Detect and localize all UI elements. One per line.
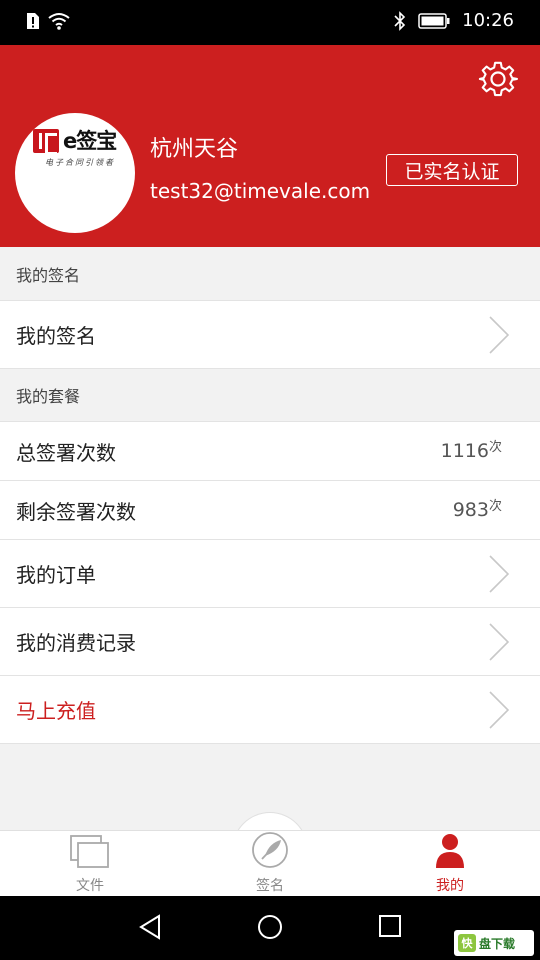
tab-mine[interactable]: 我的 <box>360 831 540 897</box>
quill-pen-icon <box>252 832 288 868</box>
wifi-icon <box>48 12 70 30</box>
row-label: 马上充值 <box>16 699 96 723</box>
chevron-right-icon <box>489 690 510 729</box>
recents-icon[interactable] <box>378 914 402 938</box>
logo-subtitle: 电子合同引领者 <box>45 158 115 167</box>
user-icon <box>436 834 464 868</box>
logo-text: e签宝 <box>63 129 117 153</box>
gear-icon[interactable] <box>478 59 518 99</box>
chevron-right-icon <box>489 554 510 593</box>
chevron-right-icon <box>489 315 510 354</box>
bluetooth-icon <box>394 10 406 31</box>
row-label: 总签署次数 <box>16 440 116 465</box>
tab-label: 文件 <box>76 878 104 894</box>
remaining-sign-value: 983次 <box>452 499 502 521</box>
files-icon <box>70 835 109 868</box>
back-icon[interactable] <box>138 914 162 940</box>
user-name: 杭州天谷 <box>150 137 239 162</box>
chevron-right-icon <box>489 622 510 661</box>
row-label: 我的消费记录 <box>16 631 136 655</box>
battery-icon <box>418 12 450 29</box>
tab-files[interactable]: 文件 <box>0 831 180 897</box>
row-total-sign-count: 总签署次数 1116次 <box>0 421 540 481</box>
tab-sign[interactable]: 签名 <box>180 831 360 897</box>
watermark-logo: 快 盘下载 <box>454 930 534 956</box>
user-email: test32@timevale.com <box>150 179 371 203</box>
home-icon[interactable] <box>257 914 283 940</box>
clock: 10:26 <box>462 10 514 31</box>
row-my-orders[interactable]: 我的订单 <box>0 540 540 608</box>
profile-header: e签宝 电子合同引领者 杭州天谷 test32@timevale.com 已实名… <box>0 45 540 247</box>
row-consumption-records[interactable]: 我的消费记录 <box>0 608 540 676</box>
total-sign-value: 1116次 <box>440 440 502 462</box>
row-label: 我的签名 <box>16 324 96 348</box>
alert-sim-icon <box>26 12 40 30</box>
status-bar: 10:26 <box>0 0 540 45</box>
row-recharge-now[interactable]: 马上充值 <box>0 676 540 744</box>
tab-label: 签名 <box>256 878 284 894</box>
row-my-signature[interactable]: 我的签名 <box>0 300 540 369</box>
watermark-text: 盘下载 <box>479 936 516 951</box>
row-remaining-sign-count: 剩余签署次数 983次 <box>0 481 540 540</box>
verified-badge: 已实名认证 <box>386 154 518 186</box>
section-header-signature: 我的签名 <box>0 247 540 300</box>
row-label: 我的订单 <box>16 563 96 587</box>
row-label: 剩余签署次数 <box>16 499 136 524</box>
esign-logo-icon <box>33 129 59 155</box>
avatar[interactable]: e签宝 电子合同引领者 <box>15 113 135 233</box>
tab-label: 我的 <box>436 878 464 894</box>
watermark-icon: 快 <box>458 934 476 952</box>
bottom-tab-bar: 文件 签名 我的 <box>0 830 540 896</box>
section-header-package: 我的套餐 <box>0 369 540 421</box>
